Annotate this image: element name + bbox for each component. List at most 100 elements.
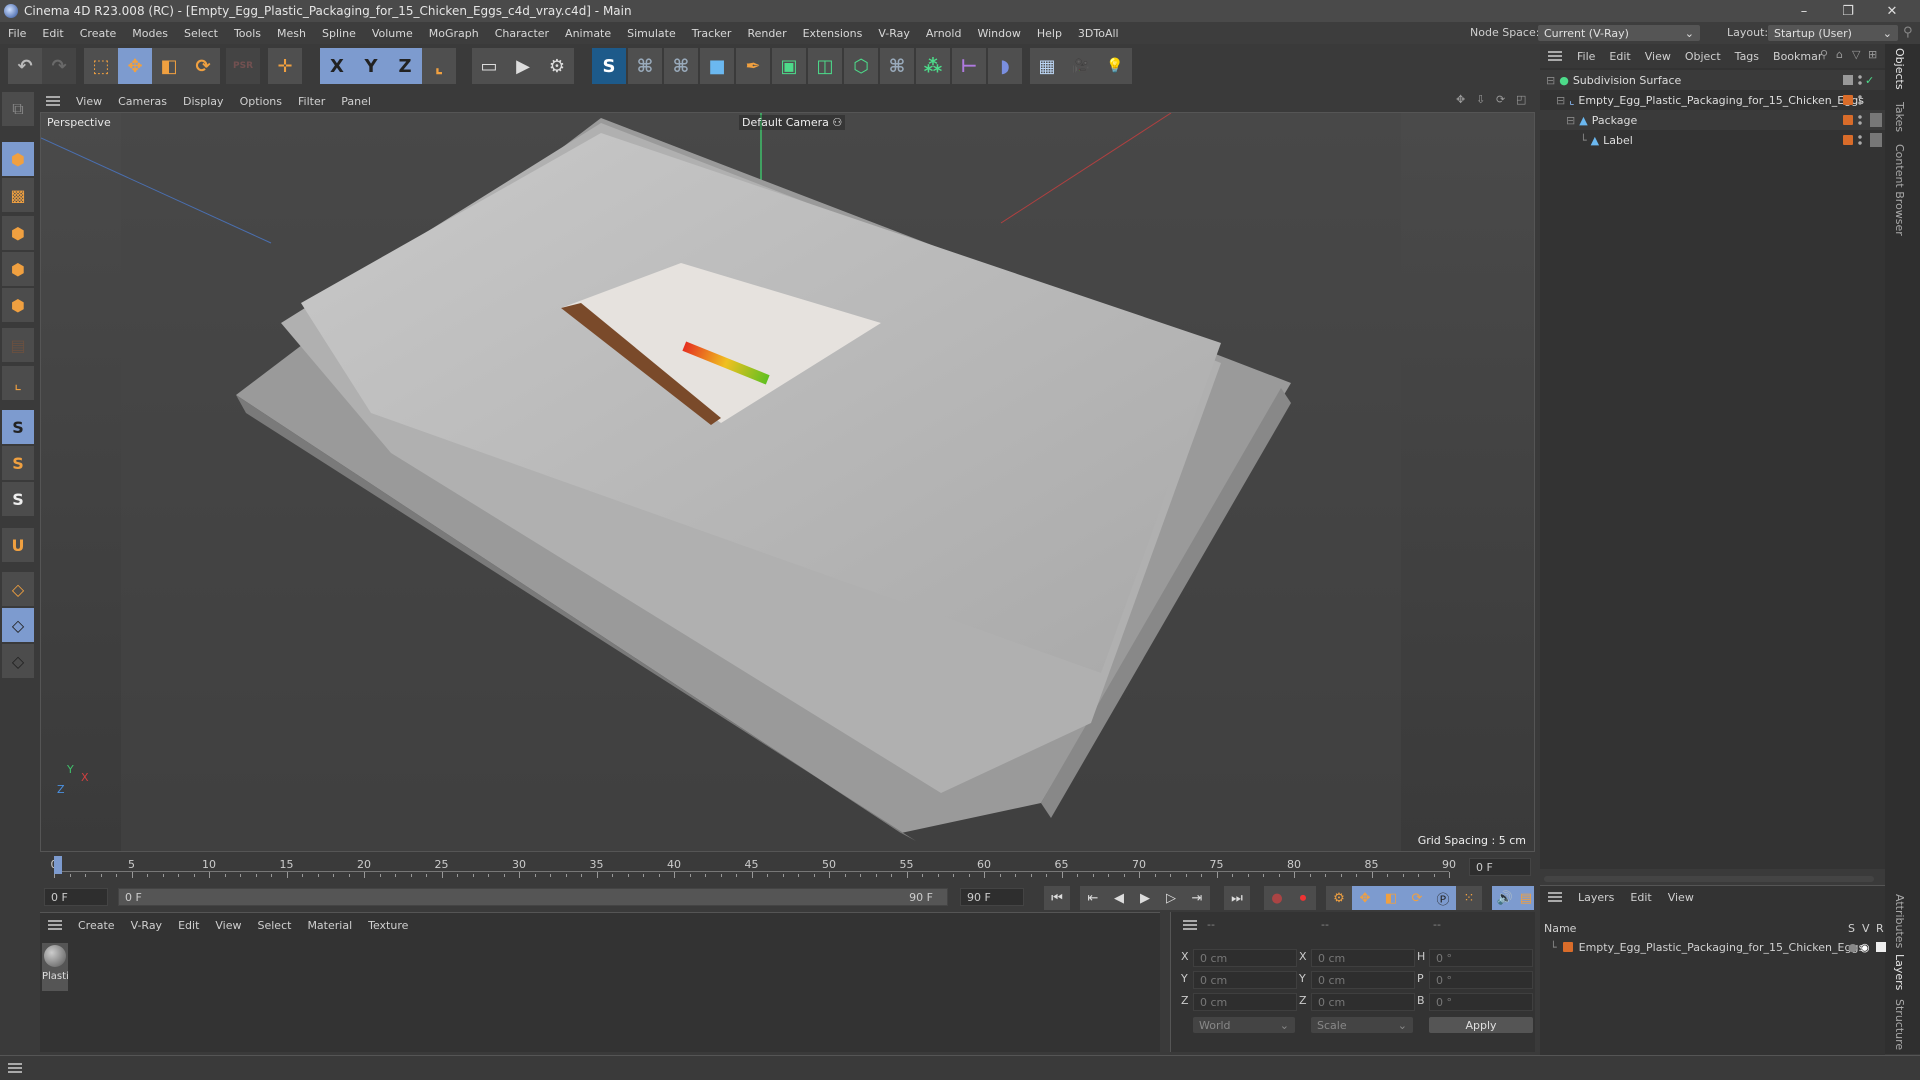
- menu-edit[interactable]: Edit: [34, 27, 71, 40]
- menu-extensions[interactable]: Extensions: [795, 27, 871, 40]
- viewport-perspective[interactable]: Z Y X Perspective Default Camera ⚇ Grid …: [40, 112, 1535, 852]
- make-editable-button[interactable]: ⧉: [2, 92, 34, 126]
- coordinate-mode-select[interactable]: World ⌄: [1193, 1017, 1295, 1033]
- coordinate-system-button[interactable]: ⌞: [422, 48, 456, 84]
- next-frame-button[interactable]: ▷: [1158, 886, 1184, 910]
- layer-row[interactable]: └ Empty_Egg_Plastic_Packaging_for_15_Chi…: [1540, 938, 1886, 956]
- object-row-label[interactable]: └ ▲ Label: [1540, 130, 1885, 150]
- material-menu-view[interactable]: View: [207, 919, 249, 932]
- key-rotation-button[interactable]: ⟳: [1404, 886, 1430, 910]
- material-tag-icon[interactable]: [1870, 113, 1882, 127]
- rotate-button[interactable]: ⟳: [186, 48, 220, 84]
- camera-button[interactable]: 🎥: [1064, 48, 1098, 84]
- edges-mode-button[interactable]: ⬢: [2, 252, 34, 286]
- snap-button[interactable]: S: [2, 410, 34, 444]
- viewport-menu-filter[interactable]: Filter: [290, 95, 333, 108]
- timeline-button[interactable]: ▤: [1518, 886, 1534, 910]
- status-menu-icon[interactable]: [8, 1063, 22, 1073]
- cube-button[interactable]: ■: [700, 48, 734, 84]
- start-frame-field[interactable]: 0 F: [44, 888, 108, 906]
- light-button[interactable]: 💡: [1098, 48, 1132, 84]
- material-menu-edit[interactable]: Edit: [170, 919, 207, 932]
- menu-mograph[interactable]: MoGraph: [421, 27, 487, 40]
- texture-mode-button[interactable]: ▩: [2, 178, 34, 212]
- rot-h-field[interactable]: 0 °: [1429, 949, 1533, 967]
- undo-button[interactable]: ↶: [8, 48, 42, 84]
- layer-menu-view[interactable]: View: [1660, 891, 1702, 904]
- menu-arnold[interactable]: Arnold: [918, 27, 970, 40]
- layer-color-swatch[interactable]: [1843, 95, 1853, 105]
- key-pla-button[interactable]: ⁙: [1456, 886, 1482, 910]
- autokey-button[interactable]: ⏺: [1290, 886, 1316, 910]
- workplane-button[interactable]: ◇: [2, 572, 34, 606]
- menu-window[interactable]: Window: [969, 27, 1028, 40]
- python-button[interactable]: ⌘: [628, 48, 662, 84]
- go-to-end-button[interactable]: ⏭: [1224, 886, 1250, 910]
- move-button[interactable]: ✥: [118, 48, 152, 84]
- rotate-view-icon[interactable]: ⟳: [1496, 93, 1505, 106]
- python-button-2[interactable]: ⌘: [664, 48, 698, 84]
- object-row-package[interactable]: ⊟ ▲ Package: [1540, 110, 1885, 130]
- material-menu-create[interactable]: Create: [70, 919, 123, 932]
- next-key-button[interactable]: ⇥: [1184, 886, 1210, 910]
- tab-attributes[interactable]: Attributes: [1893, 894, 1906, 948]
- tab-objects[interactable]: Objects: [1893, 48, 1906, 90]
- search-icon[interactable]: ⚲: [1903, 25, 1913, 40]
- menu-select[interactable]: Select: [176, 27, 226, 40]
- render-settings-button[interactable]: ⚙: [540, 48, 574, 84]
- viewport-menu-display[interactable]: Display: [175, 95, 232, 108]
- object-horizontal-scrollbar[interactable]: [1544, 876, 1874, 882]
- pos-x-field[interactable]: 0 cm: [1193, 949, 1297, 967]
- material-menu-material[interactable]: Material: [299, 919, 360, 932]
- deformer-button[interactable]: ⊢: [952, 48, 986, 84]
- pos-z-field[interactable]: 0 cm: [1193, 993, 1297, 1011]
- menu-render[interactable]: Render: [739, 27, 794, 40]
- playhead[interactable]: [54, 856, 62, 874]
- restore-button[interactable]: ❐: [1826, 0, 1870, 22]
- apply-button[interactable]: Apply: [1429, 1017, 1533, 1033]
- menu-animate[interactable]: Animate: [557, 27, 619, 40]
- tree-expander-icon[interactable]: ⊟: [1546, 74, 1555, 87]
- go-to-start-button[interactable]: ⏮: [1044, 886, 1070, 910]
- sound-button[interactable]: 🔊: [1492, 886, 1518, 910]
- x-axis-button[interactable]: X: [320, 48, 354, 84]
- mograph-button[interactable]: ⁂: [916, 48, 950, 84]
- end-frame-field[interactable]: 90 F: [960, 888, 1024, 906]
- key-scale-button[interactable]: ◧: [1378, 886, 1404, 910]
- extrude-button[interactable]: ◫: [808, 48, 842, 84]
- subdivision-surface-button[interactable]: ▣: [772, 48, 806, 84]
- size-z-field[interactable]: 0 cm: [1311, 993, 1415, 1011]
- object-row-empty-egg-packaging[interactable]: ⊟ ⌞ Empty_Egg_Plastic_Packaging_for_15_C…: [1540, 90, 1885, 110]
- rot-b-field[interactable]: 0 °: [1429, 993, 1533, 1011]
- menu-tools[interactable]: Tools: [226, 27, 269, 40]
- polygons-mode-button[interactable]: ⬢: [2, 288, 34, 322]
- menu-simulate[interactable]: Simulate: [619, 27, 684, 40]
- render-picture-viewer-button[interactable]: ▶: [506, 48, 540, 84]
- new-window-icon[interactable]: ⊞: [1868, 48, 1877, 61]
- tree-expander-icon[interactable]: ⊟: [1566, 114, 1575, 127]
- menu-3dtoall[interactable]: 3DToAll: [1070, 27, 1127, 40]
- viewport-menu-options[interactable]: Options: [232, 95, 290, 108]
- menu-tracker[interactable]: Tracker: [684, 27, 740, 40]
- object-menu-file[interactable]: File: [1570, 50, 1602, 63]
- object-menu-view[interactable]: View: [1638, 50, 1678, 63]
- material-menu-vray[interactable]: V-Ray: [123, 919, 171, 932]
- material-menu-icon[interactable]: [48, 920, 62, 930]
- layer-menu-edit[interactable]: Edit: [1622, 891, 1659, 904]
- menu-modes[interactable]: Modes: [124, 27, 176, 40]
- zoom-view-icon[interactable]: ⇩: [1476, 93, 1485, 106]
- snap-settings-button[interactable]: S: [2, 446, 34, 480]
- model-mode-button[interactable]: ⬢: [2, 142, 34, 176]
- floor-button[interactable]: ▦: [1030, 48, 1064, 84]
- minimize-button[interactable]: –: [1782, 0, 1826, 22]
- key-position-button[interactable]: ✥: [1352, 886, 1378, 910]
- cloner-button[interactable]: ⬡: [844, 48, 878, 84]
- layer-menu-layers[interactable]: Layers: [1570, 891, 1622, 904]
- viewport-menu-view[interactable]: View: [68, 95, 110, 108]
- pan-view-icon[interactable]: ✥: [1456, 93, 1465, 106]
- frame-range-slider[interactable]: 0 F 90 F: [118, 888, 948, 906]
- toggle-layout-icon[interactable]: ◰: [1516, 93, 1526, 106]
- record-keys-button[interactable]: ●: [1264, 886, 1290, 910]
- object-menu-edit[interactable]: Edit: [1602, 50, 1637, 63]
- object-row-subdivision-surface[interactable]: ⊟ ● Subdivision Surface ✓: [1540, 70, 1885, 90]
